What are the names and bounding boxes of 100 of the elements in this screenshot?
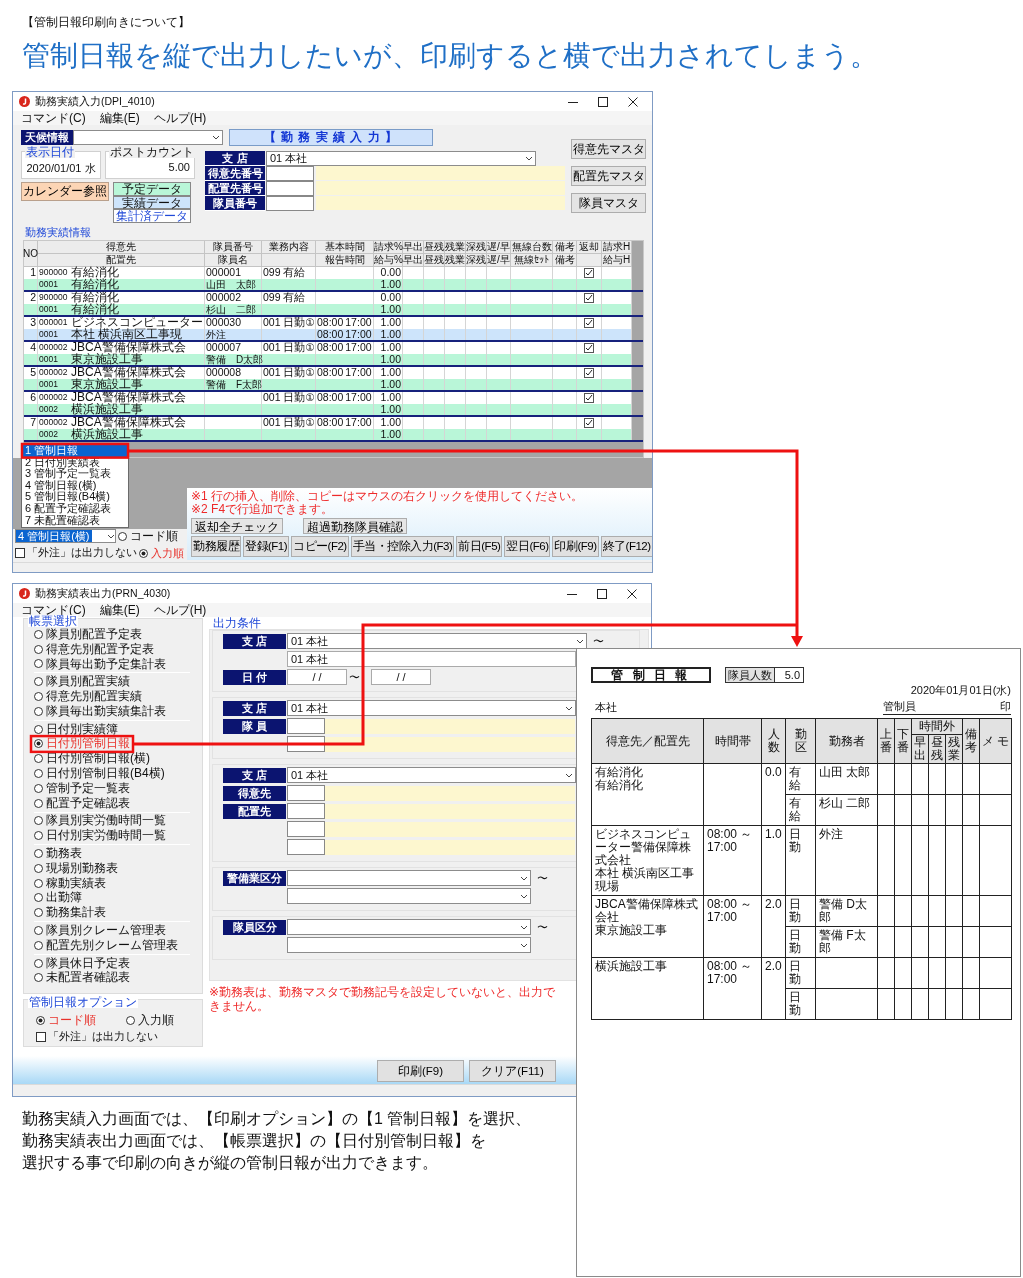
- caret-icon[interactable]: [212, 135, 220, 140]
- radio-button[interactable]: 出勤簿: [34, 890, 82, 906]
- function-button[interactable]: 手当・控除入力(F3): [350, 536, 455, 557]
- radio-button[interactable]: 得意先別配置予定表: [34, 641, 154, 657]
- input-field[interactable]: [266, 196, 314, 211]
- function-button[interactable]: コピー(F2): [291, 536, 349, 557]
- text-field[interactable]: 01 本社: [287, 651, 576, 667]
- checkbox-icon[interactable]: [584, 293, 594, 303]
- dropdown-option[interactable]: 7 未配置確認表: [23, 514, 127, 527]
- dropdown-field[interactable]: [287, 937, 531, 953]
- radio-icon[interactable]: [34, 677, 43, 687]
- radio-icon[interactable]: [34, 692, 43, 702]
- caret-icon[interactable]: [520, 924, 528, 930]
- radio-icon[interactable]: [34, 849, 43, 859]
- function-button[interactable]: 印刷(F9): [552, 536, 599, 557]
- checkbox-icon[interactable]: [584, 368, 594, 378]
- radio-button[interactable]: コード順: [118, 527, 178, 545]
- dropdown-option[interactable]: 4 管制日報(横): [23, 479, 127, 492]
- dropdown-option[interactable]: 5 管制日報(B4横): [23, 491, 127, 503]
- radio-icon[interactable]: [34, 706, 43, 716]
- radio-icon[interactable]: [34, 893, 43, 903]
- function-button[interactable]: 印刷(F9): [377, 1060, 464, 1082]
- caret-icon[interactable]: [525, 156, 533, 161]
- action-button[interactable]: 返却全チェック: [191, 518, 283, 534]
- radio-button[interactable]: 隊員別配置実績: [34, 674, 130, 690]
- input-field[interactable]: [287, 803, 325, 819]
- checkbox-icon[interactable]: [36, 1031, 46, 1042]
- caret-icon[interactable]: [107, 533, 115, 539]
- function-button[interactable]: 翌日(F6): [504, 536, 551, 557]
- menu-item[interactable]: ヘルプ(H): [153, 111, 207, 125]
- radio-icon[interactable]: [34, 783, 43, 793]
- radio-icon[interactable]: [34, 863, 43, 873]
- function-button[interactable]: 勤務履歴: [191, 536, 241, 557]
- dropdown-option[interactable]: 6 配置予定確認表: [23, 502, 127, 515]
- radio-button[interactable]: 管制予定一覧表: [34, 780, 130, 796]
- radio-button[interactable]: 隊員毎出勤予定集計表: [34, 656, 166, 672]
- dropdown-option[interactable]: 3 管制予定一覧表: [23, 468, 127, 480]
- radio-button[interactable]: 日付別管制日報: [34, 736, 130, 752]
- radio-icon[interactable]: [34, 878, 43, 888]
- radio-icon[interactable]: [126, 1016, 135, 1026]
- radio-icon[interactable]: [34, 724, 43, 734]
- radio-icon[interactable]: [34, 659, 43, 669]
- menu-item[interactable]: ヘルプ(H): [153, 603, 207, 617]
- dropdown-field[interactable]: 01 本社: [287, 633, 587, 649]
- radio-button[interactable]: 日付別管制日報(横): [34, 751, 150, 767]
- menu-item[interactable]: コマンド(C): [21, 111, 86, 125]
- radio-icon[interactable]: [118, 531, 127, 541]
- radio-button[interactable]: 配置予定確認表: [34, 795, 130, 811]
- radio-icon[interactable]: [34, 644, 43, 654]
- master-button[interactable]: 得意先マスタ: [571, 139, 646, 159]
- radio-icon[interactable]: [139, 548, 148, 558]
- radio-button[interactable]: 隊員別配置予定表: [34, 627, 142, 642]
- radio-button[interactable]: 稼動実績表: [34, 875, 106, 891]
- radio-button[interactable]: 配置先別クレーム管理表: [34, 937, 178, 953]
- radio-icon[interactable]: [34, 739, 43, 749]
- radio-button[interactable]: 隊員毎出勤実績集計表: [34, 704, 166, 719]
- radio-button[interactable]: 日付別管制日報(B4横): [34, 766, 165, 781]
- maximize-icon[interactable]: [597, 588, 607, 599]
- checkbox-icon[interactable]: [584, 268, 594, 278]
- radio-button[interactable]: 現場別勤務表: [34, 860, 118, 876]
- checkbox-icon[interactable]: [584, 393, 594, 403]
- radio-icon[interactable]: [34, 798, 43, 808]
- function-button[interactable]: 前日(F5): [456, 536, 503, 557]
- dropdown-field[interactable]: 01 本社: [287, 700, 576, 716]
- input-field[interactable]: [287, 718, 325, 734]
- radio-button[interactable]: 勤務集計表: [34, 905, 106, 921]
- master-button[interactable]: 隊員マスタ: [571, 193, 646, 213]
- close-icon[interactable]: [627, 588, 637, 599]
- dropdown-field[interactable]: [287, 870, 531, 886]
- radio-icon[interactable]: [34, 958, 43, 968]
- caret-icon[interactable]: [520, 875, 528, 881]
- dropdown-field[interactable]: [287, 888, 531, 904]
- date-field[interactable]: / /: [287, 669, 347, 685]
- radio-icon[interactable]: [34, 754, 43, 764]
- caret-icon[interactable]: [565, 772, 573, 778]
- input-field[interactable]: [287, 821, 325, 837]
- function-button[interactable]: クリア(F11): [469, 1060, 556, 1082]
- function-button[interactable]: 登録(F1): [243, 536, 290, 557]
- branch-dropdown[interactable]: 01 本社: [266, 151, 536, 166]
- calendar-button[interactable]: カレンダー参照: [21, 182, 109, 201]
- radio-button[interactable]: 勤務表: [34, 846, 82, 861]
- maximize-icon[interactable]: [598, 96, 608, 107]
- master-button[interactable]: 配置先マスタ: [571, 166, 646, 186]
- caret-icon[interactable]: [520, 893, 528, 899]
- radio-icon[interactable]: [34, 908, 43, 918]
- caret-icon[interactable]: [576, 638, 584, 644]
- input-field[interactable]: [266, 181, 314, 196]
- checkbox-icon[interactable]: [584, 418, 594, 428]
- radio-icon[interactable]: [34, 816, 43, 826]
- date-field[interactable]: / /: [371, 669, 431, 685]
- radio-icon[interactable]: [34, 973, 43, 983]
- radio-icon[interactable]: [34, 831, 43, 841]
- checkbox[interactable]: 「外注」は出力しない: [36, 1029, 202, 1045]
- print-option-dropdown[interactable]: 4 管制日報(横): [15, 529, 116, 543]
- radio-button[interactable]: 未配置者確認表: [34, 970, 130, 986]
- radio-button[interactable]: 隊員休日予定表: [34, 955, 130, 971]
- menu-item[interactable]: 編集(E): [99, 603, 140, 617]
- caret-icon[interactable]: [565, 705, 573, 711]
- radio-button[interactable]: 入力順: [126, 1012, 174, 1030]
- dropdown-field[interactable]: 01 本社: [287, 767, 576, 783]
